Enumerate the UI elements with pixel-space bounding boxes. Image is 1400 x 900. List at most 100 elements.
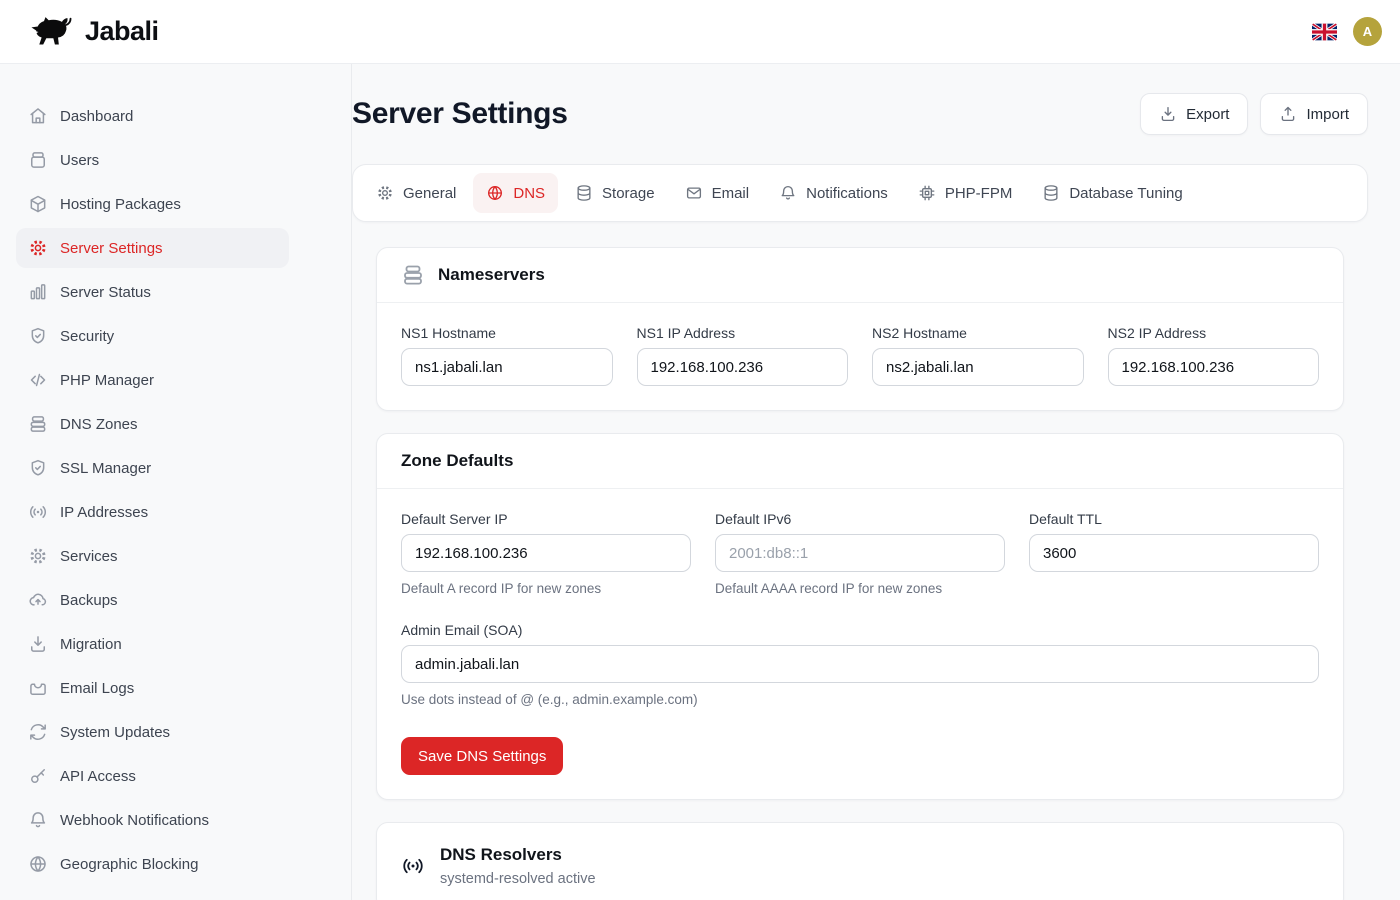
tab-label: PHP-FPM — [945, 185, 1013, 202]
sidebar-item-backups[interactable]: Backups — [16, 580, 289, 620]
sidebar-item-system-updates[interactable]: System Updates — [16, 712, 289, 752]
page-title: Server Settings — [352, 97, 568, 131]
zone-defaults-title: Zone Defaults — [401, 451, 513, 471]
page-actions: Export Import — [1140, 93, 1368, 135]
mail-icon — [685, 184, 703, 202]
ns2-ip-input[interactable] — [1108, 348, 1320, 386]
sidebar-item-label: API Access — [60, 768, 136, 785]
tab-label: Database Tuning — [1069, 185, 1182, 202]
package-icon — [28, 194, 48, 214]
sidebar-item-label: Server Status — [60, 284, 151, 301]
code-icon — [28, 370, 48, 390]
sidebar-item-email-logs[interactable]: Email Logs — [16, 668, 289, 708]
field-label: NS2 Hostname — [872, 325, 1084, 341]
sidebar-item-label: Webhook Notifications — [60, 812, 209, 829]
tab-php-fpm[interactable]: PHP-FPM — [905, 173, 1026, 213]
sidebar-item-dashboard[interactable]: Dashboard — [16, 96, 289, 136]
save-dns-settings-button[interactable]: Save DNS Settings — [401, 737, 563, 775]
sidebar-item-label: Security — [60, 328, 114, 345]
default-ipv6-input[interactable] — [715, 534, 1005, 572]
tab-label: DNS — [513, 185, 545, 202]
field-admin-email: Admin Email (SOA) Use dots instead of @ … — [401, 622, 1319, 707]
language-flag-icon[interactable] — [1312, 23, 1337, 41]
tab-email[interactable]: Email — [672, 173, 763, 213]
admin-email-input[interactable] — [401, 645, 1319, 683]
key-icon — [28, 766, 48, 786]
users-icon — [28, 150, 48, 170]
sidebar-item-ip-addresses[interactable]: IP Addresses — [16, 492, 289, 532]
globe-icon — [28, 854, 48, 874]
server-stack-icon — [401, 263, 425, 287]
field-label: Default IPv6 — [715, 511, 1005, 527]
inbox-icon — [28, 678, 48, 698]
sidebar-item-dns-zones[interactable]: DNS Zones — [16, 404, 289, 444]
sidebar-item-label: IP Addresses — [60, 504, 148, 521]
dns-resolvers-status: systemd-resolved active — [440, 871, 596, 887]
sidebar-item-label: PHP Manager — [60, 372, 154, 389]
dns-resolvers-title: DNS Resolvers — [440, 845, 596, 865]
dns-resolvers-header: DNS Resolvers systemd-resolved active — [377, 823, 1343, 900]
boar-logo-icon — [26, 14, 76, 50]
sidebar-item-label: Dashboard — [60, 108, 133, 125]
gear-icon — [28, 546, 48, 566]
sidebar-item-api-access[interactable]: API Access — [16, 756, 289, 796]
import-button[interactable]: Import — [1260, 93, 1368, 135]
radio-icon — [401, 854, 425, 878]
refresh-icon — [28, 722, 48, 742]
tab-dns[interactable]: DNS — [473, 173, 558, 213]
field-ns2-hostname: NS2 Hostname — [872, 325, 1084, 386]
sidebar-item-geographic-blocking[interactable]: Geographic Blocking — [16, 844, 289, 884]
field-ns1-ip: NS1 IP Address — [637, 325, 849, 386]
export-button[interactable]: Export — [1140, 93, 1248, 135]
sidebar-item-server-settings[interactable]: Server Settings — [16, 228, 289, 268]
field-label: NS1 IP Address — [637, 325, 849, 341]
brand-logo[interactable]: Jabali — [26, 14, 159, 50]
sidebar-item-ssl-manager[interactable]: SSL Manager — [16, 448, 289, 488]
sidebar-nav: Dashboard Users Hosting Packages Server … — [0, 64, 352, 900]
sidebar-item-services[interactable]: Services — [16, 536, 289, 576]
sidebar-item-security[interactable]: Security — [16, 316, 289, 356]
sidebar-item-users[interactable]: Users — [16, 140, 289, 180]
import-label: Import — [1306, 106, 1349, 123]
sidebar-item-hosting-packages[interactable]: Hosting Packages — [16, 184, 289, 224]
ns1-hostname-input[interactable] — [401, 348, 613, 386]
body-row: Dashboard Users Hosting Packages Server … — [0, 64, 1400, 900]
field-ns2-ip: NS2 IP Address — [1108, 325, 1320, 386]
user-avatar[interactable]: A — [1353, 17, 1382, 46]
radio-icon — [28, 502, 48, 522]
ns2-hostname-input[interactable] — [872, 348, 1084, 386]
default-server-ip-input[interactable] — [401, 534, 691, 572]
sidebar-item-label: System Updates — [60, 724, 170, 741]
sidebar-item-label: Backups — [60, 592, 118, 609]
sidebar-item-migration[interactable]: Migration — [16, 624, 289, 664]
sidebar-item-webhook-notifications[interactable]: Webhook Notifications — [16, 800, 289, 840]
tab-label: Notifications — [806, 185, 888, 202]
shield-check-icon — [28, 458, 48, 478]
home-icon — [28, 106, 48, 126]
sidebar-item-server-status[interactable]: Server Status — [16, 272, 289, 312]
database-icon — [1042, 184, 1060, 202]
tab-notifications[interactable]: Notifications — [766, 173, 901, 213]
tab-label: Email — [712, 185, 750, 202]
sidebar-item-label: Server Settings — [60, 240, 163, 257]
gear-icon — [376, 184, 394, 202]
sidebar-item-php-manager[interactable]: PHP Manager — [16, 360, 289, 400]
default-ttl-input[interactable] — [1029, 534, 1319, 572]
database-icon — [575, 184, 593, 202]
zone-defaults-card: Zone Defaults Default Server IP Default … — [376, 433, 1344, 800]
sidebar-item-label: Users — [60, 152, 99, 169]
tab-label: General — [403, 185, 456, 202]
bell-icon — [28, 810, 48, 830]
download-icon — [1159, 105, 1177, 123]
field-label: NS1 Hostname — [401, 325, 613, 341]
field-help: Default AAAA record IP for new zones — [715, 581, 1005, 596]
dns-resolvers-card: DNS Resolvers systemd-resolved active — [376, 822, 1344, 900]
zone-defaults-card-header: Zone Defaults — [377, 434, 1343, 489]
tab-database-tuning[interactable]: Database Tuning — [1029, 173, 1195, 213]
ns1-ip-input[interactable] — [637, 348, 849, 386]
field-label: Admin Email (SOA) — [401, 622, 1319, 638]
tab-general[interactable]: General — [363, 173, 469, 213]
download-icon — [28, 634, 48, 654]
field-default-ipv6: Default IPv6 Default AAAA record IP for … — [715, 511, 1005, 596]
tab-storage[interactable]: Storage — [562, 173, 668, 213]
